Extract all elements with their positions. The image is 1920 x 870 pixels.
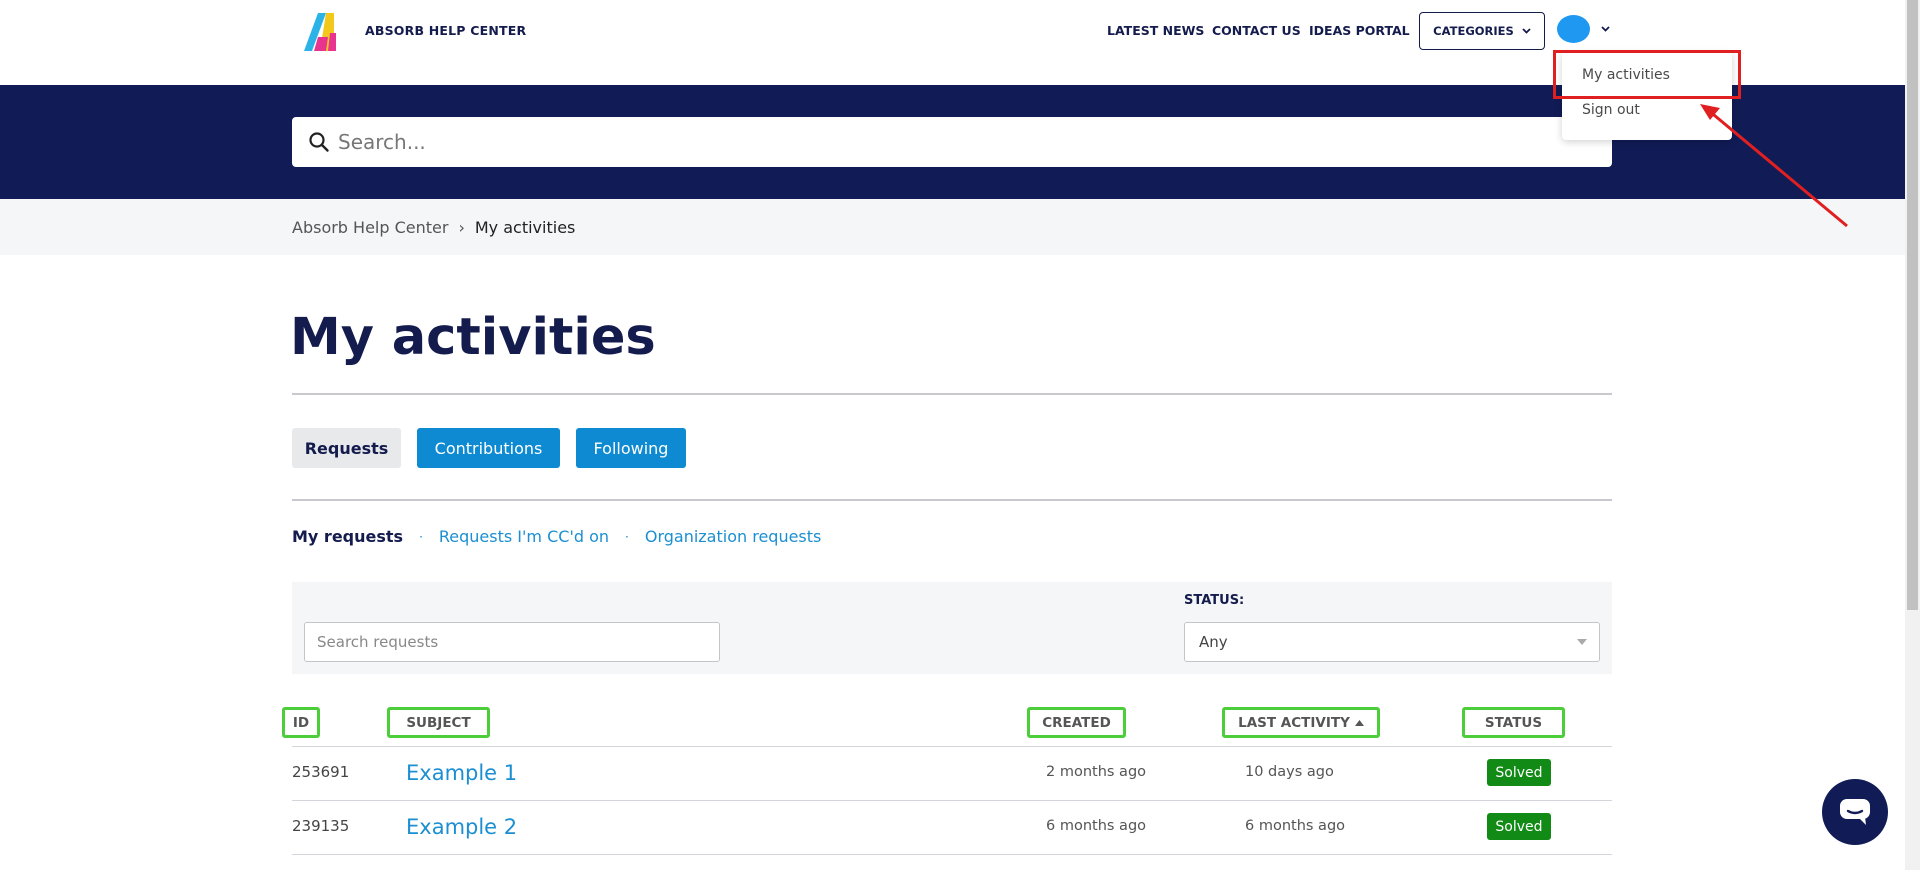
user-menu-chevron-icon[interactable] (1601, 26, 1610, 32)
hero-search-box[interactable] (292, 117, 1612, 167)
chevron-down-icon (1522, 28, 1531, 34)
subtab-cc-requests[interactable]: Requests I'm CC'd on (439, 527, 609, 546)
status-badge: Solved (1487, 813, 1551, 840)
search-requests-input[interactable] (304, 622, 720, 662)
chat-button[interactable] (1822, 779, 1888, 845)
nav-contact-us[interactable]: CONTACT US (1212, 23, 1301, 38)
user-avatar[interactable] (1557, 15, 1590, 43)
page: ABSORB HELP CENTER LATEST NEWS CONTACT U… (0, 0, 1920, 870)
scrollbar-thumb[interactable] (1907, 0, 1918, 610)
search-icon (309, 132, 329, 152)
column-header-created-label: CREATED (1042, 714, 1111, 731)
menu-item-sign-out[interactable]: Sign out (1582, 102, 1640, 118)
subtab-separator: · (625, 529, 629, 544)
column-header-subject[interactable]: SUBJECT (387, 707, 490, 738)
table-header-divider (292, 746, 1612, 747)
column-header-id-label: ID (292, 714, 310, 731)
request-last-activity: 10 days ago (1245, 764, 1334, 780)
title-divider (292, 393, 1612, 395)
column-header-status[interactable]: STATUS (1462, 707, 1565, 738)
breadcrumb: Absorb Help Center › My activities (292, 218, 575, 237)
column-header-last-activity-label: LAST ACTIVITY (1238, 714, 1350, 731)
absorb-logo-icon[interactable] (304, 13, 340, 51)
chat-bubble-icon (1840, 799, 1870, 825)
request-filter-panel: STATUS: Any (292, 582, 1612, 674)
table-row-divider (292, 854, 1612, 855)
request-subject-link[interactable]: Example 1 (406, 761, 517, 785)
column-header-status-label: STATUS (1484, 714, 1543, 731)
brand-name[interactable]: ABSORB HELP CENTER (365, 23, 526, 38)
tab-contributions[interactable]: Contributions (417, 428, 560, 468)
nav-latest-news[interactable]: LATEST NEWS (1107, 23, 1204, 38)
subtab-separator: · (419, 529, 423, 544)
page-scrollbar[interactable] (1905, 0, 1920, 870)
search-input[interactable] (338, 130, 1588, 154)
tabs-divider (292, 499, 1612, 501)
column-header-last-activity[interactable]: LAST ACTIVITY (1222, 707, 1380, 738)
request-subnav: My requests · Requests I'm CC'd on · Org… (292, 527, 821, 546)
request-last-activity: 6 months ago (1245, 818, 1346, 834)
table-row-divider (292, 800, 1612, 801)
categories-label: CATEGORIES (1433, 24, 1514, 38)
subtab-organization-requests[interactable]: Organization requests (645, 527, 822, 546)
status-badge: Solved (1487, 759, 1551, 786)
sort-ascending-icon (1354, 719, 1364, 726)
tab-following[interactable]: Following (576, 428, 686, 468)
status-filter-select[interactable]: Any (1184, 622, 1600, 662)
request-subject-link[interactable]: Example 2 (406, 815, 517, 839)
column-header-id[interactable]: ID (282, 707, 320, 738)
status-filter-value: Any (1199, 633, 1228, 651)
request-id: 253691 (292, 763, 350, 781)
breadcrumb-current: My activities (474, 218, 576, 237)
breadcrumb-separator: › (458, 218, 465, 237)
request-created: 2 months ago (1046, 764, 1147, 780)
breadcrumb-bar: Absorb Help Center › My activities (0, 199, 1905, 255)
breadcrumb-home[interactable]: Absorb Help Center (292, 218, 448, 237)
categories-button[interactable]: CATEGORIES (1419, 12, 1545, 50)
subtab-my-requests[interactable]: My requests (292, 527, 403, 546)
dropdown-caret-icon (1577, 639, 1587, 645)
request-created: 6 months ago (1046, 818, 1147, 834)
column-header-created[interactable]: CREATED (1027, 707, 1126, 738)
request-id: 239135 (292, 817, 350, 835)
tab-requests[interactable]: Requests (292, 428, 401, 468)
column-header-subject-label: SUBJECT (406, 714, 471, 731)
annotation-arrow-icon (1700, 104, 1848, 228)
status-filter-label: STATUS: (1184, 593, 1245, 608)
nav-ideas-portal[interactable]: IDEAS PORTAL (1309, 23, 1410, 38)
annotation-highlight-box (1553, 50, 1741, 99)
page-title: My activities (290, 308, 656, 367)
